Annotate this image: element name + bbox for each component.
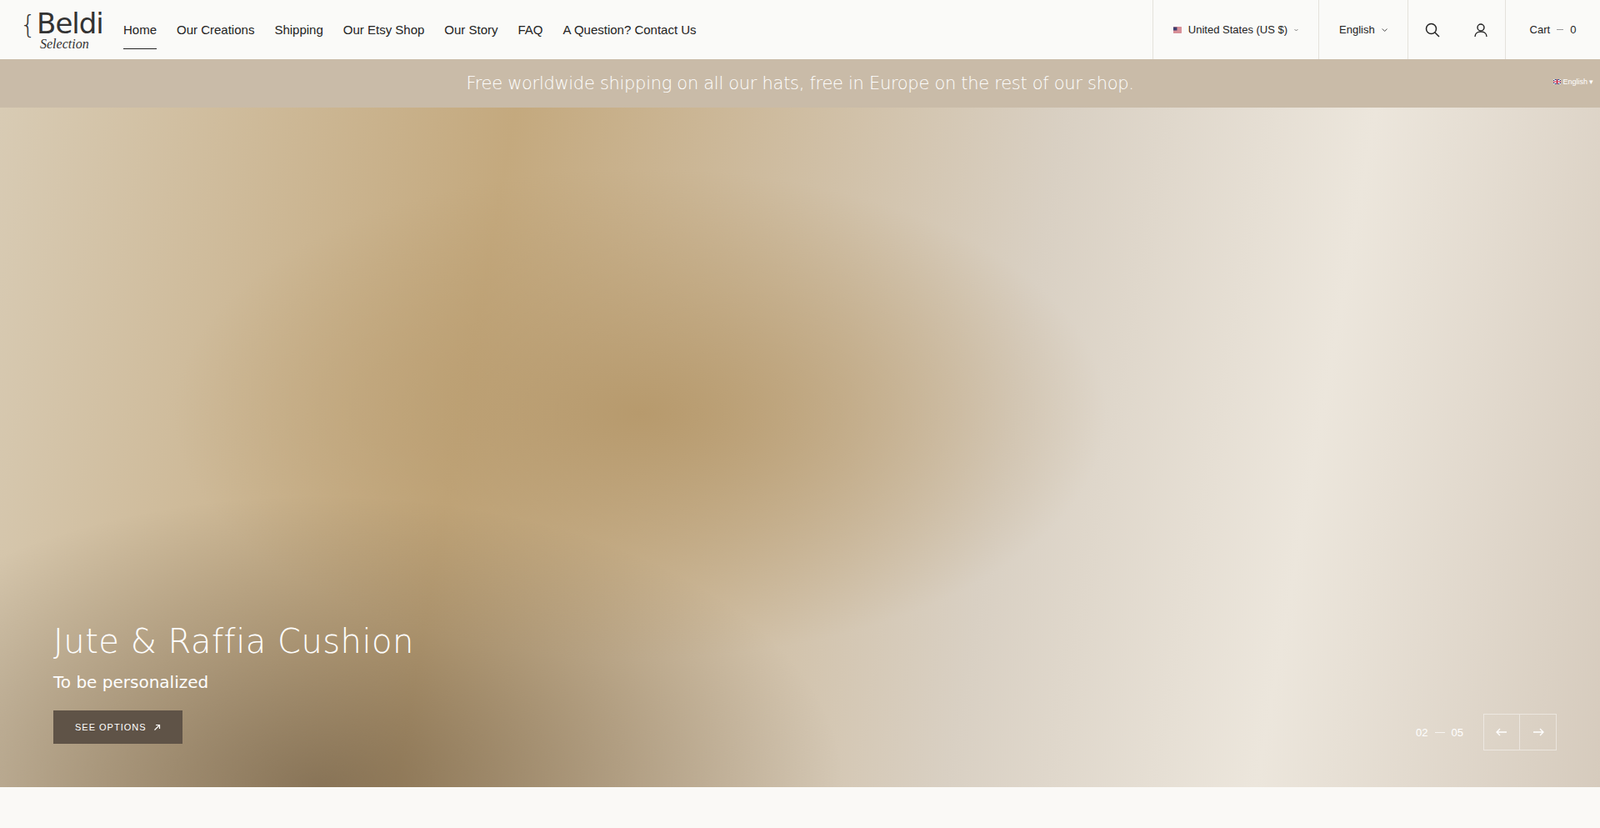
region-label: United States (US $) — [1188, 23, 1288, 36]
chevron-down-icon — [1294, 27, 1299, 33]
translate-label: English — [1562, 77, 1588, 86]
language-label: English — [1339, 23, 1375, 36]
announcement-bar: Free worldwide shipping on all our hats,… — [0, 59, 1600, 108]
search-icon — [1425, 22, 1440, 38]
page-content — [0, 786, 1600, 828]
arrow-up-right-icon — [153, 723, 161, 731]
cart-label: Cart — [1530, 23, 1551, 36]
site-header: {BeldiSelection Home Our Creations Shipping… — [0, 0, 1600, 60]
hero-subtitle: To be personalized — [53, 671, 209, 692]
header-tools: United States (US $) English Cart 0 — [1152, 0, 1600, 60]
slide-current: 02 — [1415, 725, 1428, 739]
translate-selector[interactable]: English▾ — [1553, 77, 1594, 86]
chevron-down-icon — [1381, 27, 1388, 33]
hero-caption: Jute & Raffia Cushion To be personalized S… — [53, 621, 415, 744]
user-icon — [1473, 22, 1489, 38]
nav-item[interactable]: Our Story — [444, 2, 498, 57]
logo-tagline: Selection — [40, 37, 104, 51]
main-nav: Home Our Creations Shipping Our Etsy Shop Ou… — [123, 0, 697, 60]
cart-separator — [1556, 29, 1564, 30]
nav-item[interactable]: Our Etsy Shop — [343, 2, 425, 57]
announcement-text: Free worldwide shipping on all our hats,… — [465, 73, 1134, 94]
page: {BeldiSelection Home Our Creations Shipping… — [0, 0, 1600, 828]
logo[interactable]: {BeldiSelection — [20, 0, 104, 60]
hero-slider: Jute & Raffia Cushion To be personalized S… — [0, 107, 1600, 787]
prev-slide-button[interactable] — [1483, 713, 1520, 750]
nav-item[interactable]: FAQ — [518, 2, 544, 57]
hero-title: Jute & Raffia Cushion — [53, 621, 415, 660]
logo-name: Beldi — [36, 9, 104, 38]
logo-wordmark: {Beldi — [20, 9, 104, 38]
account-button[interactable] — [1456, 0, 1505, 60]
slider-arrows — [1483, 713, 1557, 750]
slide-counter: 02 05 — [1415, 725, 1464, 739]
slide-total: 05 — [1451, 725, 1464, 739]
nav-item[interactable]: Home — [123, 2, 157, 57]
region-selector[interactable]: United States (US $) — [1152, 0, 1319, 60]
translate-caret: ▾ — [1589, 77, 1594, 86]
arrow-left-icon — [1495, 727, 1508, 736]
us-flag-icon — [1173, 24, 1182, 36]
search-button[interactable] — [1407, 0, 1457, 60]
uk-flag-icon — [1553, 79, 1561, 85]
see-options-button[interactable]: SEE OPTIONS — [53, 710, 183, 744]
nav-item[interactable]: Shipping — [274, 2, 323, 57]
language-selector[interactable]: English — [1318, 0, 1408, 60]
cart-count: 0 — [1570, 23, 1576, 36]
arrow-right-icon — [1532, 727, 1545, 736]
next-slide-button[interactable] — [1520, 713, 1557, 750]
logo-mark: { — [20, 12, 36, 38]
nav-item[interactable]: A Question? Contact Us — [563, 2, 697, 57]
cart-button[interactable]: Cart 0 — [1505, 0, 1600, 60]
slider-controls: 02 05 — [1415, 713, 1557, 750]
slide-separator — [1435, 731, 1445, 733]
nav-item[interactable]: Our Creations — [176, 2, 255, 57]
